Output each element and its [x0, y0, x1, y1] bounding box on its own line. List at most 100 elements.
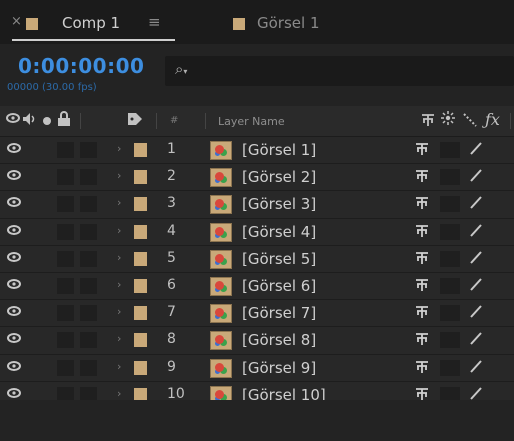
- solo-switch[interactable]: [57, 277, 74, 294]
- shy-icon[interactable]: [420, 113, 436, 131]
- collapse-switch[interactable]: [440, 332, 460, 349]
- lock-icon[interactable]: [57, 111, 71, 131]
- collapse-switch[interactable]: [440, 359, 460, 376]
- quality-switch-icon[interactable]: [468, 222, 484, 242]
- label-color-swatch[interactable]: [134, 306, 147, 321]
- lock-switch[interactable]: [80, 277, 97, 294]
- lock-switch[interactable]: [80, 305, 97, 322]
- search-icon[interactable]: ⌕▾: [175, 60, 187, 78]
- collapse-switch[interactable]: [440, 277, 460, 294]
- expand-chevron-icon[interactable]: ›: [117, 142, 121, 155]
- layer-row[interactable]: › 4 [Görsel 4]: [0, 218, 514, 246]
- quality-switch-icon[interactable]: [468, 330, 484, 350]
- visibility-eye-icon[interactable]: [7, 195, 21, 213]
- label-color-swatch[interactable]: [134, 224, 147, 239]
- collapse-switch[interactable]: [440, 142, 460, 158]
- layer-name[interactable]: [Görsel 3]: [242, 195, 316, 213]
- expand-chevron-icon[interactable]: ›: [117, 360, 121, 373]
- quality-icon[interactable]: [462, 112, 478, 132]
- current-time-display[interactable]: 0:00:00:00: [18, 54, 144, 78]
- lock-switch[interactable]: [80, 223, 97, 240]
- layer-name[interactable]: [Görsel 4]: [242, 223, 316, 241]
- audio-icon[interactable]: [22, 112, 38, 130]
- collapse-icon[interactable]: [441, 111, 455, 129]
- quality-switch-icon[interactable]: [468, 249, 484, 269]
- solo-switch[interactable]: [57, 142, 74, 158]
- shy-switch-icon[interactable]: [414, 251, 430, 269]
- shy-switch-icon[interactable]: [414, 142, 430, 160]
- quality-switch-icon[interactable]: [468, 276, 484, 296]
- solo-switch[interactable]: [57, 169, 74, 186]
- lock-switch[interactable]: [80, 332, 97, 349]
- visibility-eye-icon[interactable]: [7, 359, 21, 377]
- panel-menu-icon[interactable]: ≡: [148, 13, 161, 31]
- expand-chevron-icon[interactable]: ›: [117, 332, 121, 345]
- quality-switch-icon[interactable]: [468, 167, 484, 187]
- expand-chevron-icon[interactable]: ›: [117, 224, 121, 237]
- collapse-switch[interactable]: [440, 169, 460, 186]
- lock-switch[interactable]: [80, 142, 97, 158]
- close-tab-icon[interactable]: ×: [11, 14, 22, 29]
- tab-comp-1[interactable]: × Comp 1 ≡: [0, 0, 175, 44]
- visibility-eye-icon[interactable]: [7, 304, 21, 322]
- label-color-swatch[interactable]: [134, 170, 147, 185]
- layer-row[interactable]: › 8 [Görsel 8]: [0, 327, 514, 355]
- lock-switch[interactable]: [80, 359, 97, 376]
- visibility-eye-icon[interactable]: [7, 141, 21, 159]
- label-color-swatch[interactable]: [134, 143, 147, 157]
- layer-name[interactable]: [Görsel 1]: [242, 141, 316, 159]
- shy-switch-icon[interactable]: [414, 224, 430, 242]
- collapse-switch[interactable]: [440, 250, 460, 267]
- layer-row[interactable]: › 6 [Görsel 6]: [0, 272, 514, 301]
- label-color-swatch[interactable]: [134, 333, 147, 348]
- collapse-switch[interactable]: [440, 223, 460, 240]
- quality-switch-icon[interactable]: [468, 303, 484, 323]
- fx-icon[interactable]: ƒx: [485, 110, 500, 129]
- collapse-switch[interactable]: [440, 305, 460, 322]
- expand-chevron-icon[interactable]: ›: [117, 169, 121, 182]
- shy-switch-icon[interactable]: [414, 332, 430, 350]
- visibility-eye-icon[interactable]: [7, 277, 21, 295]
- solo-switch[interactable]: [57, 223, 74, 240]
- layer-row[interactable]: › 2 [Görsel 2]: [0, 164, 514, 192]
- tab-gorsel-1[interactable]: Görsel 1: [215, 0, 345, 44]
- visibility-eye-icon[interactable]: [7, 250, 21, 268]
- label-color-swatch[interactable]: [134, 197, 147, 212]
- layer-name-header[interactable]: Layer Name: [218, 115, 285, 128]
- visibility-eye-icon[interactable]: [7, 168, 21, 186]
- eye-icon[interactable]: [6, 111, 20, 129]
- layer-name[interactable]: [Görsel 9]: [242, 359, 316, 377]
- layer-number-header[interactable]: #: [170, 115, 178, 126]
- label-color-swatch[interactable]: [134, 278, 147, 293]
- quality-switch-icon[interactable]: [468, 358, 484, 378]
- label-color-swatch[interactable]: [134, 360, 147, 375]
- label-tag-icon[interactable]: [127, 112, 143, 130]
- lock-switch[interactable]: [80, 250, 97, 267]
- layer-name[interactable]: [Görsel 6]: [242, 277, 316, 295]
- expand-chevron-icon[interactable]: ›: [117, 196, 121, 209]
- layer-search-input[interactable]: ⌕▾: [165, 56, 514, 86]
- quality-switch-icon[interactable]: [468, 140, 484, 160]
- layer-name[interactable]: [Görsel 5]: [242, 250, 316, 268]
- shy-switch-icon[interactable]: [414, 360, 430, 378]
- solo-switch[interactable]: [57, 305, 74, 322]
- layer-name[interactable]: [Görsel 7]: [242, 304, 316, 322]
- visibility-eye-icon[interactable]: [7, 223, 21, 241]
- collapse-switch[interactable]: [440, 196, 460, 213]
- shy-switch-icon[interactable]: [414, 278, 430, 296]
- visibility-eye-icon[interactable]: [7, 331, 21, 349]
- solo-switch[interactable]: [57, 250, 74, 267]
- expand-chevron-icon[interactable]: ›: [117, 251, 121, 264]
- layer-row[interactable]: › 1 [Görsel 1]: [0, 137, 514, 165]
- expand-chevron-icon[interactable]: ›: [117, 387, 121, 400]
- layer-row[interactable]: › 7 [Görsel 7]: [0, 300, 514, 328]
- layer-name[interactable]: [Görsel 8]: [242, 331, 316, 349]
- solo-switch[interactable]: [57, 196, 74, 213]
- shy-switch-icon[interactable]: [414, 305, 430, 323]
- label-color-swatch[interactable]: [134, 251, 147, 266]
- lock-switch[interactable]: [80, 169, 97, 186]
- layer-row[interactable]: › 3 [Görsel 3]: [0, 191, 514, 219]
- shy-switch-icon[interactable]: [414, 169, 430, 187]
- layer-name[interactable]: [Görsel 2]: [242, 168, 316, 186]
- solo-switch[interactable]: [57, 332, 74, 349]
